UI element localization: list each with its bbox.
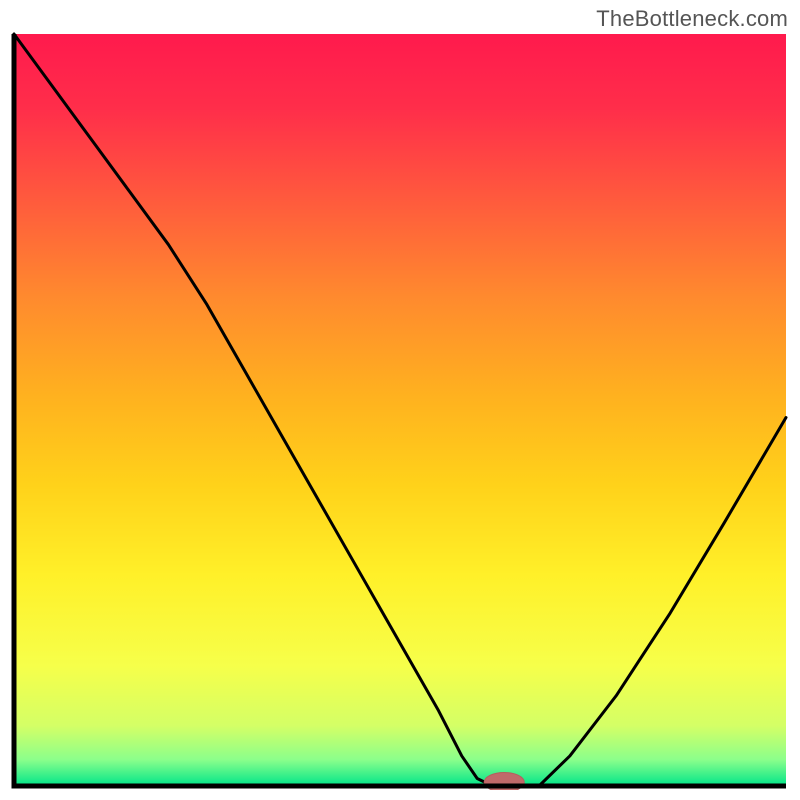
bottleneck-chart: [10, 30, 790, 790]
watermark-text: TheBottleneck.com: [596, 6, 788, 32]
plot-area: [10, 30, 790, 790]
chart-container: TheBottleneck.com: [0, 0, 800, 800]
gradient-background: [14, 34, 786, 786]
